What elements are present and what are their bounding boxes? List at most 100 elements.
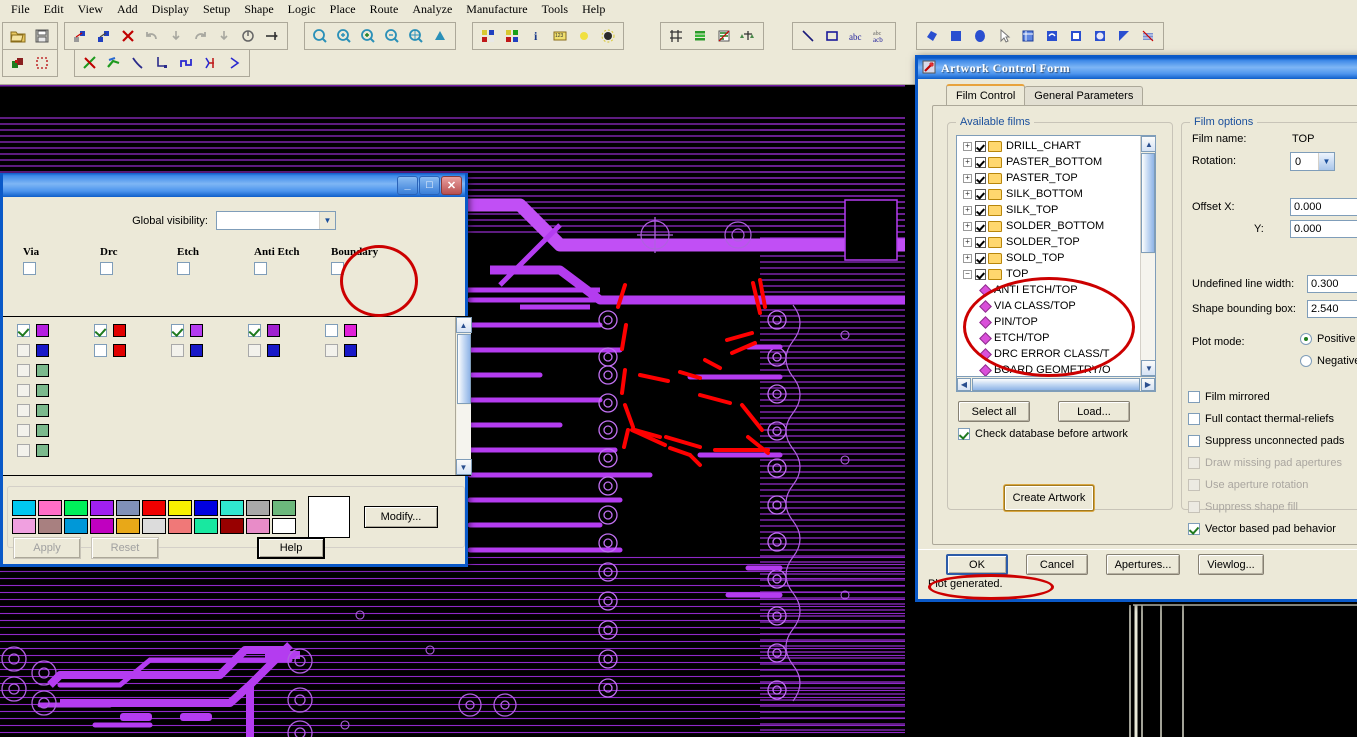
maximize-icon[interactable]: □ (419, 176, 440, 195)
row-checkbox[interactable] (248, 324, 261, 337)
chevron-down-icon[interactable]: ▼ (319, 212, 335, 229)
scroll-up-icon[interactable]: ▲ (1141, 136, 1156, 152)
scrollbar-thumb[interactable] (1141, 153, 1155, 253)
tree-checkbox[interactable] (975, 189, 986, 200)
scrollbar-thumb-h[interactable] (972, 378, 1140, 391)
menu-analyze[interactable]: Analyze (405, 1, 459, 18)
redo-step-icon[interactable] (212, 24, 236, 48)
films-tree-horizontal-scrollbar[interactable]: ◀ ▶ (956, 377, 1156, 392)
table-row[interactable] (3, 360, 455, 380)
master-checkbox-drc[interactable] (100, 262, 113, 275)
menu-edit[interactable]: Edit (37, 1, 71, 18)
offset-x-input[interactable]: 0.000 (1290, 198, 1357, 216)
highlight-icon[interactable] (572, 24, 596, 48)
bus-icon[interactable] (174, 51, 198, 75)
scroll-right-icon[interactable]: ▶ (1141, 378, 1155, 391)
menu-tools[interactable]: Tools (535, 1, 576, 18)
modify-button[interactable]: Modify... (364, 506, 438, 528)
plot-mode-negative-radio[interactable]: Negative (1300, 355, 1357, 367)
menu-route[interactable]: Route (363, 1, 406, 18)
table-row[interactable] (3, 440, 455, 460)
tree-item-top[interactable]: −TOP (959, 266, 1140, 282)
text-icon[interactable]: abc (844, 24, 868, 48)
master-checkbox-etch[interactable] (177, 262, 190, 275)
expander-icon[interactable]: + (963, 254, 972, 263)
menu-view[interactable]: View (71, 1, 110, 18)
check-database-checkbox[interactable] (958, 428, 970, 440)
viewlog-button[interactable]: Viewlog... (1198, 554, 1264, 575)
dehighlight-icon[interactable] (596, 24, 620, 48)
chevron-icon[interactable] (222, 51, 246, 75)
global-visibility-select[interactable]: ▼ (216, 211, 336, 230)
tree-item-anti-etch-top[interactable]: ANTI ETCH/TOP (959, 282, 1140, 298)
shape-polygon-icon[interactable] (920, 24, 944, 48)
menu-logic[interactable]: Logic (281, 1, 323, 18)
artwork-control-form[interactable]: Artwork Control Form Film Control Genera… (915, 55, 1357, 602)
vector-based-pad-behavior-checkbox[interactable] (1188, 523, 1200, 535)
shape-rect-icon[interactable] (944, 24, 968, 48)
open-folder-icon[interactable] (6, 24, 30, 48)
unroute-icon[interactable] (78, 51, 102, 75)
undefined-line-width-input[interactable]: 0.300 (1307, 275, 1357, 293)
film-mirrored-row[interactable]: Film mirrored (1188, 391, 1270, 403)
create-artwork-button[interactable]: Create Artwork (1004, 485, 1094, 511)
minimize-icon[interactable]: _ (397, 176, 418, 195)
redraw-icon[interactable] (428, 24, 452, 48)
cancel-button[interactable]: Cancel (1026, 554, 1088, 575)
layer-list-scrollbar[interactable]: ▲ ▼ (455, 317, 471, 475)
apply-button[interactable]: Apply (13, 537, 81, 559)
shape-decompose-icon[interactable] (1112, 24, 1136, 48)
net-color-icon[interactable] (6, 51, 30, 75)
menu-display[interactable]: Display (145, 1, 196, 18)
save-icon[interactable] (30, 24, 54, 48)
shape-edit-boundary-icon[interactable] (1016, 24, 1040, 48)
grid-toggle-icon[interactable] (664, 24, 688, 48)
table-row[interactable] (3, 320, 455, 340)
tree-item-etch-top[interactable]: ETCH/TOP (959, 330, 1140, 346)
tree-item-paster-bottom[interactable]: +PASTER_BOTTOM (959, 154, 1140, 170)
zoom-in-icon[interactable] (332, 24, 356, 48)
menu-shape[interactable]: Shape (237, 1, 280, 18)
layer-stack-icon[interactable] (688, 24, 712, 48)
shape-delete-icon[interactable] (1064, 24, 1088, 48)
expander-icon[interactable]: + (963, 222, 972, 231)
tree-item-via-class-top[interactable]: VIA CLASS/TOP (959, 298, 1140, 314)
tree-item-silk-bottom[interactable]: +SILK_BOTTOM (959, 186, 1140, 202)
expander-icon[interactable]: + (963, 190, 972, 199)
tree-checkbox[interactable] (975, 205, 986, 216)
master-checkbox-anti-etch[interactable] (254, 262, 267, 275)
row-checkbox[interactable] (94, 344, 107, 357)
scrollbar-thumb[interactable] (457, 334, 471, 404)
scroll-down-icon[interactable]: ▼ (1141, 360, 1156, 376)
tree-checkbox[interactable] (975, 269, 986, 280)
collapse-icon[interactable]: − (963, 270, 972, 279)
line-segment-icon[interactable] (126, 51, 150, 75)
expander-icon[interactable]: + (963, 174, 972, 183)
scroll-up-icon[interactable]: ▲ (456, 317, 472, 333)
tab-general-parameters[interactable]: General Parameters (1024, 86, 1143, 105)
tree-checkbox[interactable] (975, 237, 986, 248)
hug-icon[interactable] (198, 51, 222, 75)
shape-bounding-box-input[interactable]: 2.540 (1307, 300, 1357, 318)
tree-item-drc-error-class-top[interactable]: DRC ERROR CLASS/T (959, 346, 1140, 362)
shape-change-icon[interactable] (1040, 24, 1064, 48)
reset-button[interactable]: Reset (91, 537, 159, 559)
vector-based-pad-behavior-row[interactable]: Vector based pad behavior (1188, 523, 1336, 535)
table-row[interactable] (3, 380, 455, 400)
rotation-select[interactable]: 0 ▼ (1290, 152, 1335, 171)
expander-icon[interactable]: + (963, 158, 972, 167)
expander-icon[interactable]: + (963, 206, 972, 215)
corner-icon[interactable] (150, 51, 174, 75)
tab-film-control[interactable]: Film Control (946, 84, 1025, 105)
table-row[interactable] (3, 400, 455, 420)
zoom-by-points-icon[interactable] (356, 24, 380, 48)
add-connect-icon[interactable] (68, 24, 92, 48)
row-checkbox[interactable] (17, 424, 30, 437)
cut-icon[interactable] (260, 24, 284, 48)
tree-checkbox[interactable] (975, 173, 986, 184)
master-checkbox-via[interactable] (23, 262, 36, 275)
artwork-titlebar[interactable]: Artwork Control Form (918, 58, 1357, 79)
expander-icon[interactable]: + (963, 142, 972, 151)
help-button[interactable]: Help (257, 537, 325, 559)
shape-compose-icon[interactable] (1088, 24, 1112, 48)
